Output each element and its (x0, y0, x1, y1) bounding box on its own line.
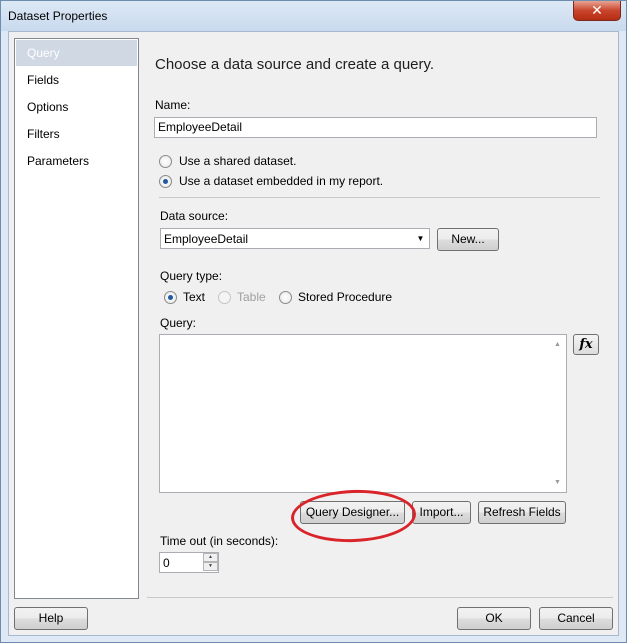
spinner-down-icon[interactable]: ▼ (203, 562, 218, 571)
ok-button[interactable]: OK (457, 607, 531, 630)
query-vertical-scrollbar[interactable]: ▲ ▼ (550, 335, 566, 492)
query-type-stored-procedure-radio[interactable] (279, 291, 292, 304)
shared-dataset-label: Use a shared dataset. (179, 154, 297, 168)
close-icon: ✕ (591, 2, 603, 18)
timeout-value: 0 (163, 556, 170, 570)
nav-item-label: Options (27, 100, 69, 114)
nav-item-query[interactable]: Query (16, 40, 137, 66)
import-button[interactable]: Import... (412, 501, 471, 524)
query-type-stored-procedure-label: Stored Procedure (298, 290, 393, 304)
datasource-dropdown[interactable]: EmployeeDetail ▼ (160, 228, 430, 249)
page-heading: Choose a data source and create a query. (155, 56, 435, 73)
embedded-dataset-label: Use a dataset embedded in my report. (179, 174, 384, 188)
query-text-area[interactable] (159, 334, 567, 493)
cancel-button[interactable]: Cancel (539, 607, 613, 630)
dataset-properties-dialog: Dataset Properties ✕ Query Fields Option… (0, 0, 627, 643)
query-type-label: Query type: (160, 269, 223, 283)
query-type-table-label: Table (237, 290, 266, 304)
function-fx-icon: fx (579, 337, 593, 352)
nav-item-label: Filters (27, 127, 60, 141)
nav-item-label: Fields (27, 73, 60, 87)
shared-dataset-radio[interactable] (159, 155, 172, 168)
query-type-table-radio (218, 291, 231, 304)
datasource-selected-value: EmployeeDetail (164, 232, 249, 246)
nav-item-filters[interactable]: Filters (16, 121, 137, 147)
footer-divider (147, 597, 613, 598)
spinner-up-icon[interactable]: ▲ (203, 553, 218, 562)
name-input[interactable]: EmployeeDetail (154, 117, 597, 138)
query-type-table-option: Table (218, 290, 278, 306)
refresh-fields-button[interactable]: Refresh Fields (478, 501, 566, 524)
expression-button[interactable]: fx (573, 334, 599, 355)
nav-item-parameters[interactable]: Parameters (16, 148, 137, 174)
dialog-client-area: Query Fields Options Filters Parameters … (8, 31, 619, 636)
section-divider (159, 197, 600, 198)
new-datasource-button[interactable]: New... (437, 228, 499, 251)
query-type-text-option[interactable]: Text (164, 290, 214, 306)
name-label: Name: (155, 98, 191, 112)
query-label: Query: (160, 316, 197, 330)
query-type-text-radio[interactable] (164, 291, 177, 304)
datasource-label: Data source: (160, 209, 229, 223)
nav-item-fields[interactable]: Fields (16, 67, 137, 93)
scroll-down-icon[interactable]: ▼ (554, 479, 561, 486)
query-type-stored-procedure-option[interactable]: Stored Procedure (279, 290, 409, 306)
spinner-buttons: ▲ ▼ (203, 553, 218, 572)
timeout-label: Time out (in seconds): (160, 534, 279, 548)
nav-item-label: Parameters (27, 154, 90, 168)
nav-item-label: Query (27, 46, 60, 60)
nav-item-options[interactable]: Options (16, 94, 137, 120)
timeout-spinner[interactable]: 0 ▲ ▼ (159, 552, 219, 573)
window-title: Dataset Properties (8, 9, 108, 23)
shared-dataset-option[interactable]: Use a shared dataset. (159, 154, 459, 170)
help-button[interactable]: Help (14, 607, 88, 630)
page-navigation-list: Query Fields Options Filters Parameters (14, 38, 139, 599)
query-type-text-label: Text (183, 290, 206, 304)
chevron-down-icon: ▼ (416, 234, 425, 243)
title-bar: Dataset Properties ✕ (1, 1, 626, 31)
scroll-up-icon[interactable]: ▲ (554, 341, 561, 348)
embedded-dataset-option[interactable]: Use a dataset embedded in my report. (159, 174, 459, 190)
close-button[interactable]: ✕ (573, 1, 621, 21)
embedded-dataset-radio[interactable] (159, 175, 172, 188)
